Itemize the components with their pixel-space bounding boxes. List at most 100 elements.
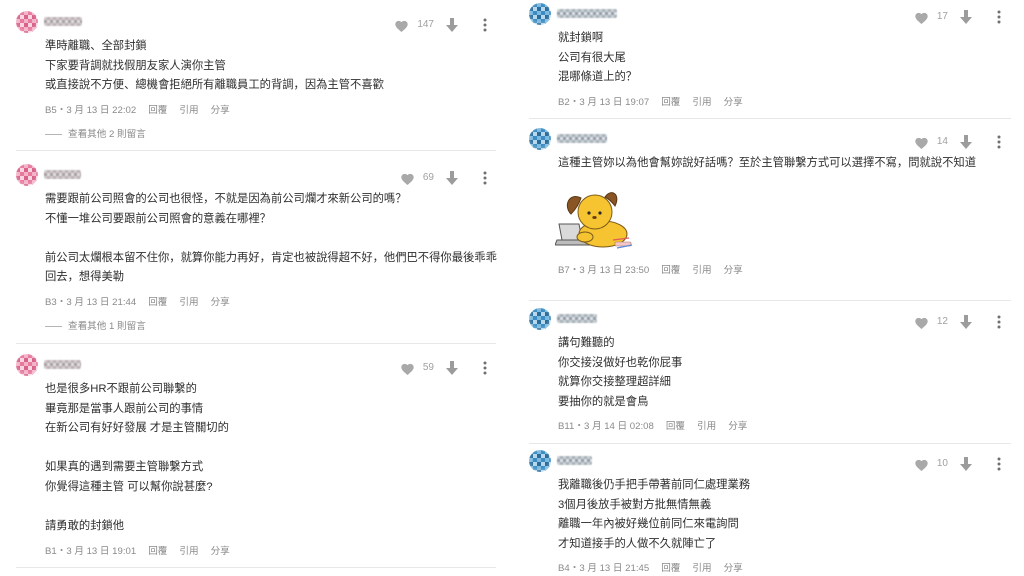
quote-button[interactable]: 引用 (179, 546, 198, 558)
username-blurred[interactable] (557, 134, 607, 143)
comment-footer: B7・3 月 13 日 23:50 回覆 引用 分享 (558, 265, 1011, 277)
more-vertical-icon[interactable] (997, 135, 1001, 149)
more-vertical-icon[interactable] (483, 361, 487, 375)
down-arrow-icon[interactable] (960, 457, 972, 471)
more-vertical-icon[interactable] (483, 18, 487, 32)
comment-line: 才知道接手的人做不久就陣亡了 (558, 537, 717, 550)
down-arrow-icon[interactable] (960, 315, 972, 329)
share-button[interactable]: 分享 (211, 105, 230, 117)
share-button[interactable]: 分享 (211, 546, 230, 558)
avatar[interactable] (529, 128, 551, 150)
more-vertical-icon[interactable] (997, 10, 1001, 24)
view-more-replies[interactable]: 查看其他 2 則留言 (45, 128, 498, 142)
username-blurred[interactable] (557, 314, 597, 323)
comment-b7: 14 這種主管妳以為他會幫妳說好話嗎？至於主管聯繫方式可以選擇不寫，問就說不知道 (529, 128, 1011, 276)
comment-b11: 12 講句難聽的 你交接沒做好也乾你屁事 就算你交接整理超詳細 要抽你的就是會鳥… (529, 308, 1011, 432)
comment-line: 前公司太爛根本留不住你，就算你能力再好，肯定也被說得超不好，他們巴不得你最後乖乖 (45, 251, 497, 264)
down-arrow-icon[interactable] (446, 18, 458, 32)
avatar[interactable] (529, 450, 551, 472)
comment-divider (529, 300, 1011, 301)
username-blurred[interactable] (557, 456, 592, 465)
comment-line: 你覺得這種主管 可以幫你說甚麼? (45, 480, 213, 493)
comment-actions: 59 (400, 360, 487, 376)
quote-button[interactable]: 引用 (697, 421, 716, 433)
comment-actions: 12 (914, 314, 1001, 330)
username-blurred[interactable] (44, 170, 81, 179)
username-blurred[interactable] (44, 360, 81, 369)
share-button[interactable]: 分享 (728, 421, 747, 433)
heart-icon[interactable] (400, 362, 415, 375)
quote-button[interactable]: 引用 (692, 97, 711, 109)
comment-body: 我離職後仍手把手帶著前同仁處理業務 3個月後放手被對方批無情無義 離職一年內被好… (558, 476, 1011, 575)
comment-actions: 147 (394, 17, 487, 33)
floor-and-time: B3・3 月 13 日 21:44 (45, 296, 137, 308)
share-button[interactable]: 分享 (724, 563, 743, 575)
quote-button[interactable]: 引用 (179, 105, 198, 117)
more-vertical-icon[interactable] (997, 315, 1001, 329)
comments-column-right: 17 就封鎖啊 公司有很大尾 混哪條道上的？ B2・3 月 13 日 19:07… (529, 0, 1011, 576)
comment-body: 講句難聽的 你交接沒做好也乾你屁事 就算你交接整理超詳細 要抽你的就是會鳥 B1… (558, 334, 1011, 433)
heart-icon[interactable] (914, 458, 929, 471)
comment-b3: 69 需要跟前公司照會的公司也很怪，不就是因為前公司爛才來新公司的嗎？ 不懂一堆… (16, 164, 498, 332)
comment-line: 3個月後放手被對方批無情無義 (558, 498, 712, 511)
comment-footer: B4・3 月 13 日 21:45 回覆 引用 分享 (558, 563, 1011, 575)
share-button[interactable]: 分享 (724, 265, 743, 277)
more-vertical-icon[interactable] (997, 457, 1001, 471)
comment-line: 就封鎖啊 (558, 32, 604, 44)
down-arrow-icon[interactable] (446, 361, 458, 375)
comment-footer: B3・3 月 13 日 21:44 回覆 引用 分享 (45, 297, 498, 309)
down-arrow-icon[interactable] (960, 10, 972, 24)
quote-button[interactable]: 引用 (179, 297, 198, 309)
view-more-replies[interactable]: 查看其他 1 則留言 (45, 320, 498, 334)
heart-icon[interactable] (914, 316, 929, 329)
like-count: 10 (936, 458, 948, 469)
comment-line: 講句難聽的 (558, 337, 615, 349)
comment-divider (529, 443, 1011, 444)
reply-button[interactable]: 回覆 (661, 97, 680, 109)
floor-and-time: B4・3 月 13 日 21:45 (558, 563, 650, 575)
reply-button[interactable]: 回覆 (148, 297, 167, 309)
share-button[interactable]: 分享 (211, 297, 230, 309)
comment-b2: 17 就封鎖啊 公司有很大尾 混哪條道上的？ B2・3 月 13 日 19:07… (529, 3, 1011, 108)
comment-footer: B5・3 月 13 日 22:02 回覆 引用 分享 (45, 105, 498, 117)
reply-button[interactable]: 回覆 (661, 265, 680, 277)
view-more-replies-label: 查看其他 2 則留言 (68, 128, 146, 140)
username-blurred[interactable] (557, 9, 617, 18)
down-arrow-icon[interactable] (960, 135, 972, 149)
avatar[interactable] (16, 11, 38, 33)
share-button[interactable]: 分享 (724, 97, 743, 109)
avatar[interactable] (16, 354, 38, 376)
avatar[interactable] (16, 164, 38, 186)
like-count: 14 (936, 136, 948, 147)
comment-b5: 147 準時離職、全部封鎖 下家要背調就找假朋友家人演你主管 或直接說不方便、總… (16, 11, 498, 140)
reply-button[interactable]: 回覆 (666, 421, 685, 433)
username-blurred[interactable] (44, 17, 82, 26)
reply-button[interactable]: 回覆 (148, 546, 167, 558)
comment-divider (529, 118, 1011, 119)
avatar[interactable] (529, 308, 551, 330)
comment-line: 回去，想得美勒 (45, 271, 125, 284)
down-arrow-icon[interactable] (446, 171, 458, 185)
comment-body: 這種主管妳以為他會幫妳說好話嗎？至於主管聯繫方式可以選擇不寫，問就說不知道 B7… (554, 154, 1011, 277)
heart-icon[interactable] (914, 136, 929, 149)
comment-line: 需要跟前公司照會的公司也很怪，不就是因為前公司爛才來新公司的嗎？ (45, 193, 407, 205)
comment-b4: 10 我離職後仍手把手帶著前同仁處理業務 3個月後放手被對方批無情無義 離職一年… (529, 450, 1011, 574)
dog-laptop-sticker (554, 184, 633, 252)
reply-button[interactable]: 回覆 (661, 563, 680, 575)
comment-actions: 69 (400, 170, 487, 186)
floor-and-time: B2・3 月 13 日 19:07 (558, 96, 650, 108)
heart-icon[interactable] (394, 19, 409, 32)
reply-button[interactable]: 回覆 (148, 105, 167, 117)
quote-button[interactable]: 引用 (692, 563, 711, 575)
avatar[interactable] (529, 3, 551, 25)
floor-and-time: B1・3 月 13 日 19:01 (45, 545, 137, 557)
heart-icon[interactable] (400, 172, 415, 185)
quote-button[interactable]: 引用 (692, 265, 711, 277)
heart-icon[interactable] (914, 11, 929, 24)
comment-body: 需要跟前公司照會的公司也很怪，不就是因為前公司爛才來新公司的嗎？ 不懂一堆公司要… (45, 190, 498, 334)
more-vertical-icon[interactable] (483, 171, 487, 185)
comment-line: 我離職後仍手把手帶著前同仁處理業務 (558, 479, 751, 491)
comment-line: 公司有很大尾 (558, 51, 626, 64)
reply-thread-dash (45, 134, 62, 136)
